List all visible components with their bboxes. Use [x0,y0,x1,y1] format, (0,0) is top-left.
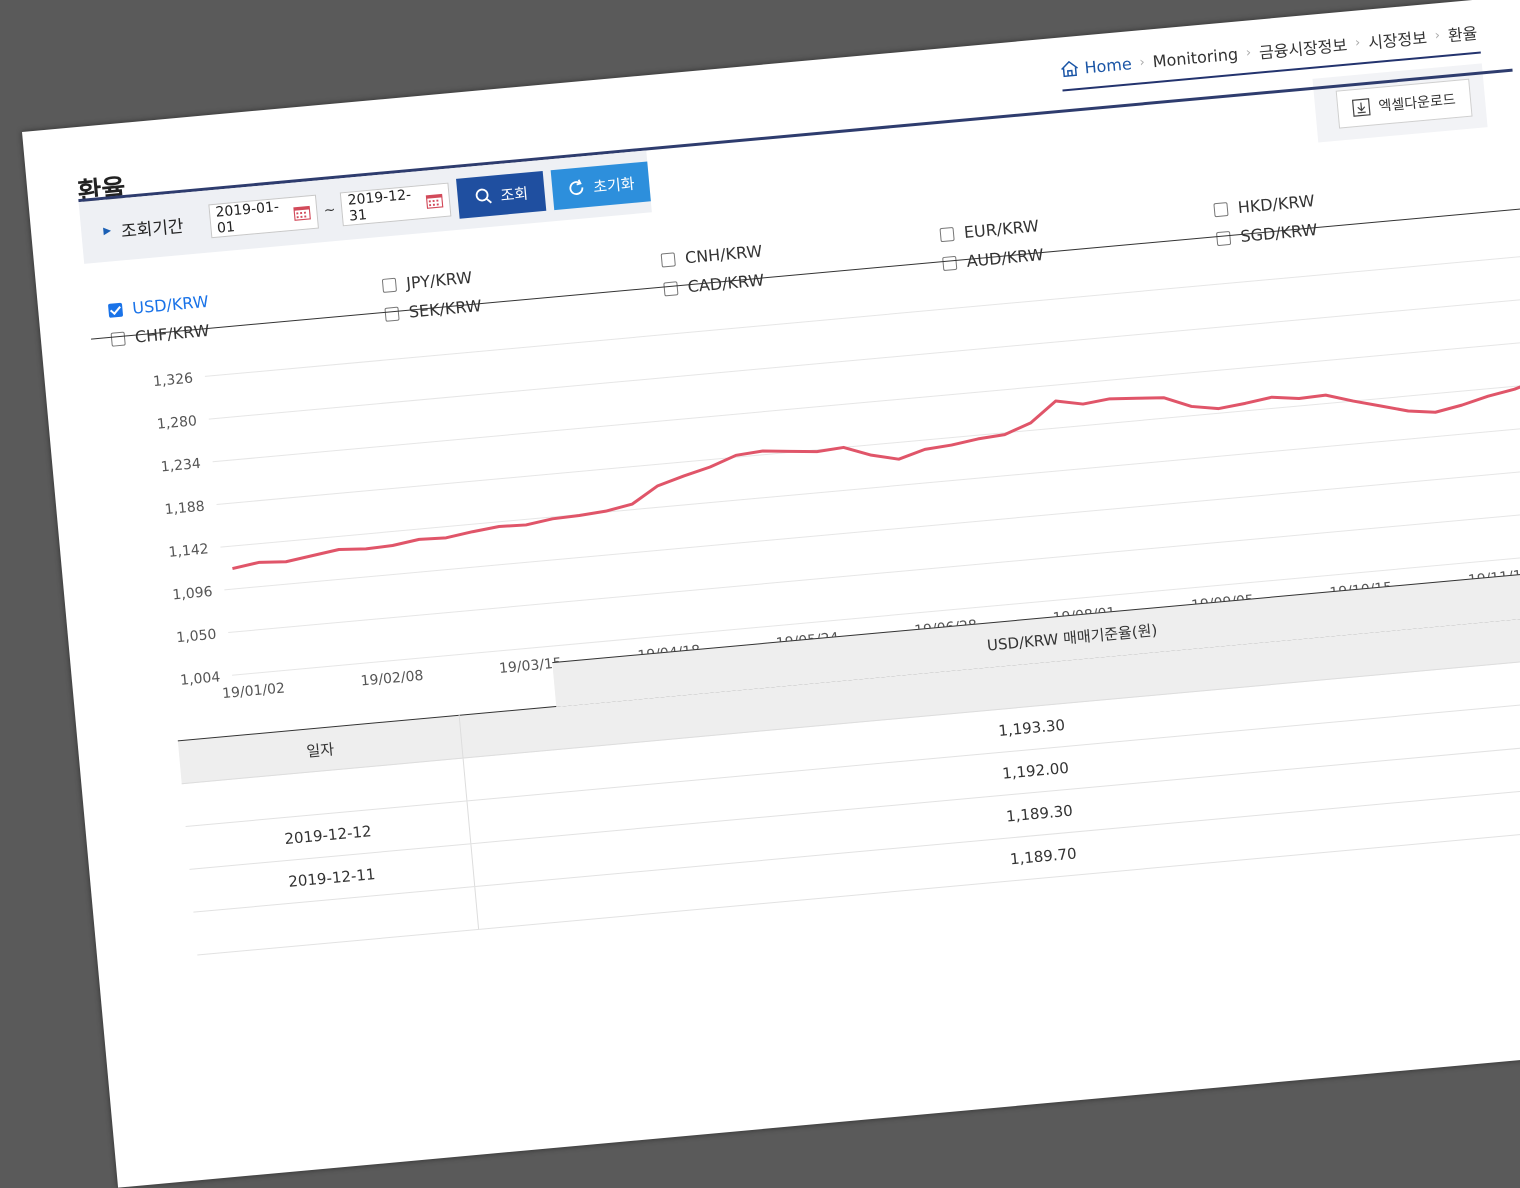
page-sheet: Home › Monitoring › 금융시장정보 › 시장정보 › 환율 엑… [22,0,1520,1188]
currency-label: HKD/KRW [1236,191,1316,218]
currency-option-eur[interactable]: EUR/KRW [939,216,1040,244]
currency-label: JPY/KRW [405,267,473,293]
breadcrumb-home-label: Home [1083,53,1133,77]
y-tick-label: 1,050 [176,627,217,647]
y-tick-label: 1,188 [164,499,205,519]
checkbox[interactable] [110,331,126,347]
x-tick-label: 19/01/02 [222,680,286,702]
y-tick-label: 1,326 [152,371,193,391]
chevron-right-icon: › [1245,44,1252,61]
y-tick-label: 1,142 [168,541,209,561]
series-line-usd-krw [232,377,1520,570]
checkbox[interactable] [107,302,124,318]
currency-option-hkd[interactable]: HKD/KRW [1213,191,1315,219]
breadcrumb-home[interactable]: Home [1060,53,1133,79]
breadcrumb-item-market-info[interactable]: 시장정보 [1367,24,1428,53]
currency-label: EUR/KRW [963,216,1040,242]
y-tick-label: 1,280 [156,413,197,433]
checkbox[interactable] [663,280,679,296]
breadcrumb-item-exchange-rate[interactable]: 환율 [1447,20,1479,47]
currency-option-usd[interactable]: USD/KRW [107,291,210,320]
y-axis-ticks: 1,326 1,280 1,234 1,188 1,142 1,096 1,050 1,004 [152,371,221,689]
checkbox[interactable] [1215,230,1232,246]
chevron-right-icon: › [1434,27,1441,44]
checkbox[interactable] [939,226,955,242]
y-tick-label: 1,234 [160,456,201,476]
home-icon [1061,60,1078,78]
checkbox[interactable] [384,306,400,322]
currency-option-cnh[interactable]: CNH/KRW [660,241,763,269]
checkbox[interactable] [660,251,676,268]
chart-series [232,377,1520,570]
chevron-right-icon: › [1354,34,1361,51]
checkbox[interactable] [1213,201,1229,217]
breadcrumb-item-monitoring[interactable]: Monitoring [1152,44,1239,71]
breadcrumb-item-financial-market[interactable]: 금융시장정보 [1258,32,1348,64]
currency-label: USD/KRW [131,291,210,318]
y-tick-label: 1,004 [180,669,221,689]
chevron-right-icon: › [1138,54,1146,70]
checkbox[interactable] [942,255,958,271]
x-tick-label: 19/02/08 [360,668,424,690]
currency-option-jpy[interactable]: JPY/KRW [381,267,473,295]
checkbox[interactable] [381,277,397,293]
currency-label: CNH/KRW [684,241,764,268]
y-tick-label: 1,096 [172,584,213,604]
